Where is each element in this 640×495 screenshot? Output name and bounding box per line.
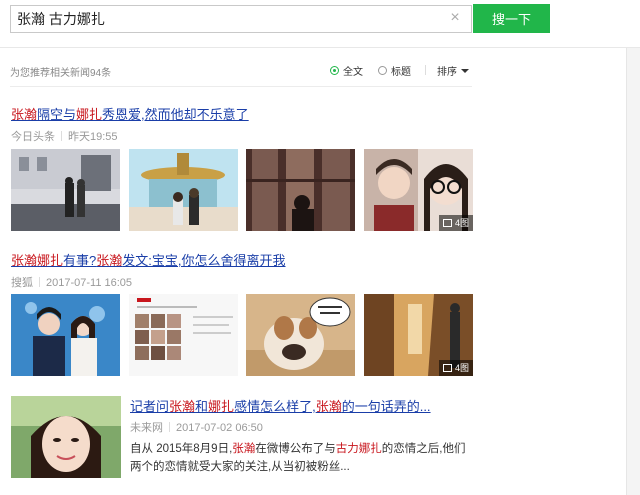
text-segment: 在微博公布了与 [255,443,336,455]
text-segment: 感情怎么样了, [234,399,316,414]
news-summary: 自从 2015年8月9日,张瀚在微博公布了与古力娜扎的恋情之后,他们两个的恋情就… [130,440,470,476]
sort-dropdown[interactable]: 排序 [437,63,469,78]
scrollbar[interactable] [626,48,640,495]
news-title-2[interactable]: 张瀚娜扎有事?张瀚发文:宝宝,你怎么舍得离开我 [11,250,286,269]
search-button[interactable]: 搜一下 [473,4,550,33]
clear-icon[interactable]: × [447,10,463,26]
highlighted-keyword: 娜扎 [208,399,235,414]
highlighted-keyword: 娜扎 [76,107,103,122]
caret-down-icon [461,68,469,73]
highlighted-keyword: 张瀚 [315,399,342,414]
news-image[interactable] [11,396,121,478]
text-segment: 和 [195,399,209,414]
news-image[interactable] [11,149,120,231]
fulltext-radio[interactable]: 全文 [330,63,363,78]
search-input[interactable] [17,9,437,29]
news-title-1[interactable]: 张瀚隔空与娜扎秀恩爱,然而他却不乐意了 [11,104,249,123]
news-image[interactable]: 4图 [364,294,473,376]
news-time: 2017-07-11 16:05 [46,277,133,289]
title-radio[interactable]: 标题 [378,63,411,78]
highlighted-keyword: 张瀚 [232,443,256,455]
news-source: 今日头条 [11,131,55,143]
search-box: × [10,5,472,33]
news-title-3[interactable]: 记者问张瀚和娜扎感情怎么样了,张瀚的一句话弄的... [130,396,431,415]
result-count-hint: 为您推荐相关新闻94条 [10,68,112,79]
highlighted-keyword: 张瀚 [11,253,38,268]
image-count: 4图 [454,218,469,228]
news-meta-3: 未来网 2017-07-02 06:50 [130,419,263,435]
news-image[interactable] [129,294,238,376]
images-icon [442,219,452,227]
news-image[interactable] [246,294,355,376]
fulltext-label: 全文 [343,67,363,78]
radio-checked-icon [330,66,339,75]
highlighted-keyword: 张瀚 [96,253,123,268]
filter-divider-line [10,86,472,87]
news-image[interactable] [129,149,238,231]
news-source: 搜狐 [11,277,33,289]
image-count-badge: 4图 [438,215,473,231]
sort-label: 排序 [437,67,457,78]
news-meta-2: 搜狐 2017-07-11 16:05 [11,274,132,290]
news-time: 昨天19:55 [68,131,118,143]
news-image[interactable]: 4图 [364,149,473,231]
filter-divider [425,65,426,75]
news-meta-1: 今日头条 昨天19:55 [11,128,118,144]
highlighted-keyword: 古力娜扎 [335,443,382,455]
radio-unchecked-icon [378,66,387,75]
news-source: 未来网 [130,422,163,434]
search-header: × 搜一下 [0,0,640,46]
text-segment: 有事? [63,253,97,268]
text-segment: 的一句话弄的... [341,399,431,414]
highlighted-keyword: 娜扎 [37,253,64,268]
text-segment: 秀恩爱,然而他却不乐意了 [102,107,249,122]
highlighted-keyword: 张瀚 [169,399,196,414]
highlighted-keyword: 张瀚 [11,107,38,122]
header-divider [0,47,640,48]
news-image[interactable] [11,294,120,376]
news-image[interactable] [246,149,355,231]
image-count: 4图 [454,363,469,373]
filter-bar: 为您推荐相关新闻94条 全文 标题 排序 [10,62,472,80]
text-segment: 记者问 [130,399,170,414]
text-segment: 发文:宝宝,你怎么舍得离开我 [122,253,286,268]
text-segment: 隔空与 [37,107,77,122]
news-time: 2017-07-02 06:50 [176,422,263,434]
image-count-badge: 4图 [438,360,473,376]
text-segment: 自从 2015年8月9日, [130,443,233,455]
title-label: 标题 [391,67,411,78]
images-icon [442,364,452,372]
